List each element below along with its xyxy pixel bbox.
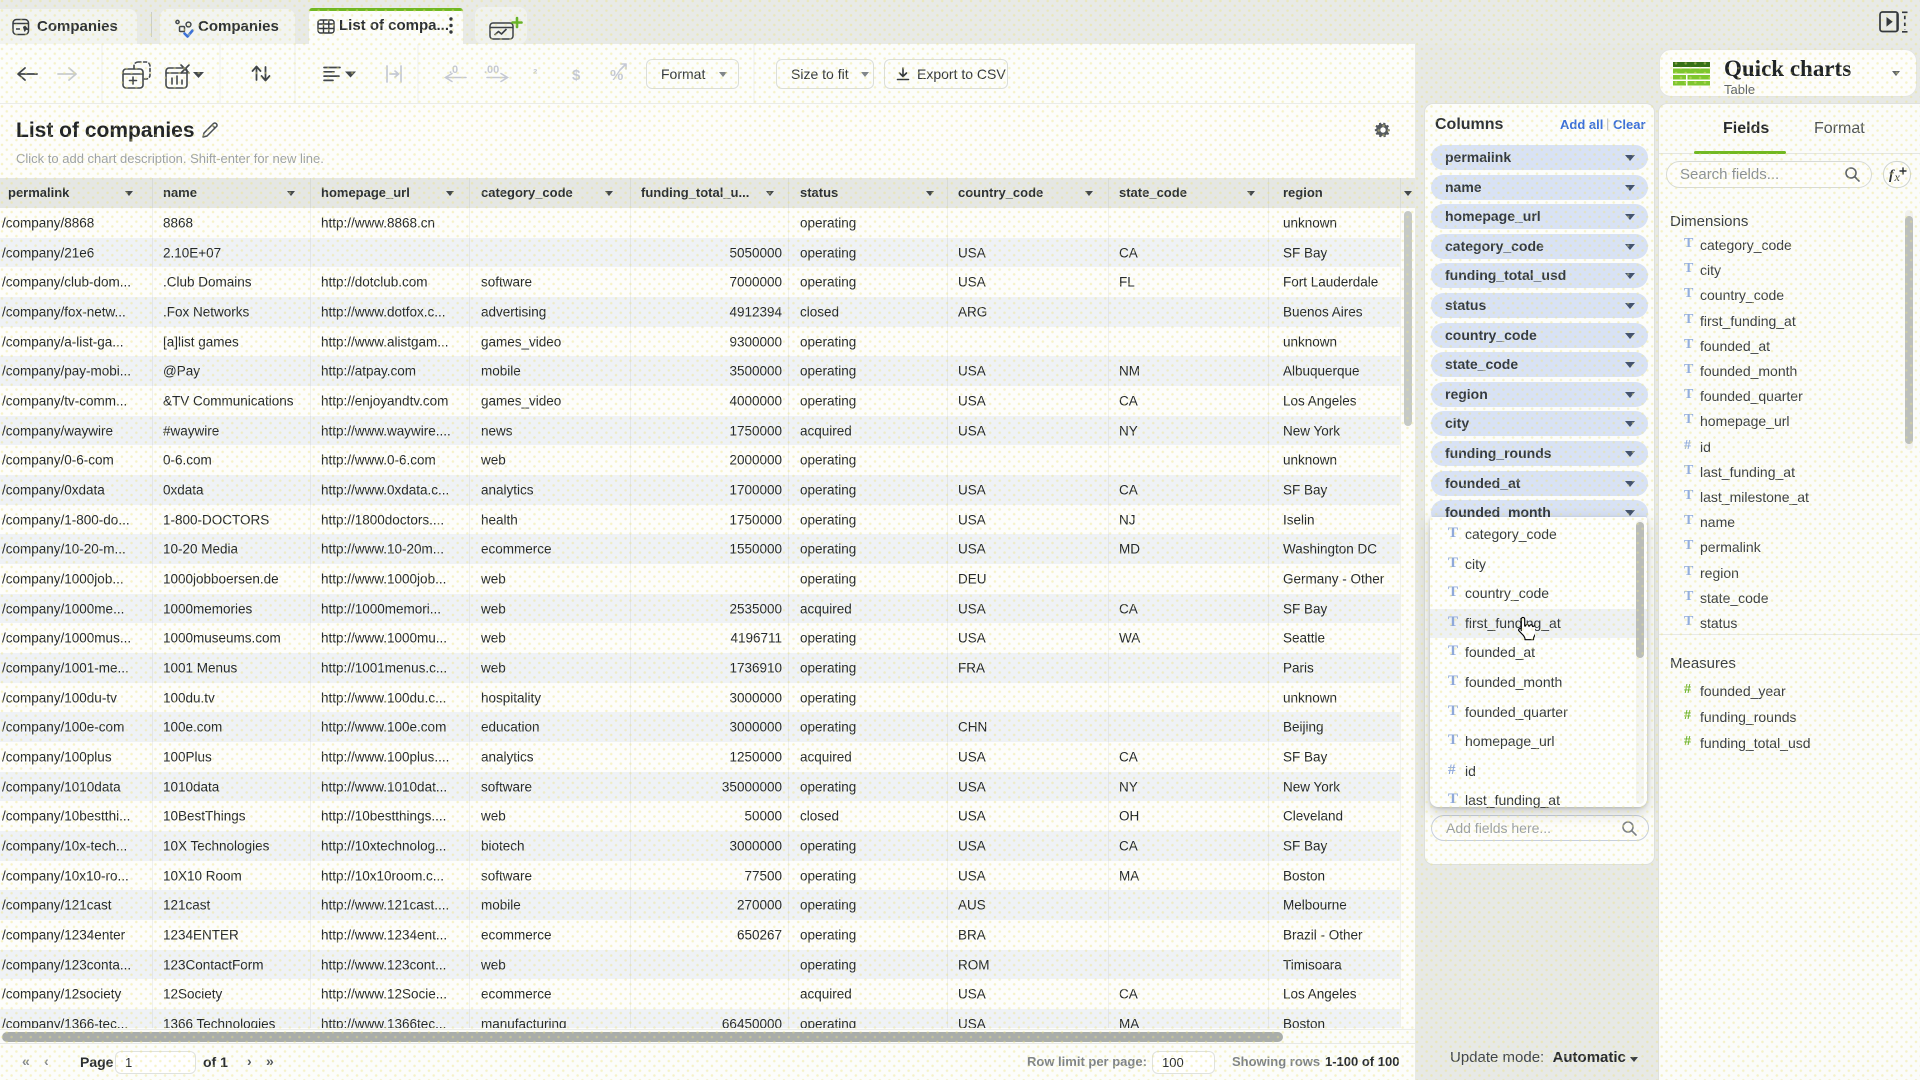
svg-text:²: ²	[533, 66, 538, 81]
svg-text:$: $	[572, 67, 581, 84]
svg-text:.00: .00	[484, 64, 499, 76]
svg-text:x: x	[1894, 170, 1901, 184]
